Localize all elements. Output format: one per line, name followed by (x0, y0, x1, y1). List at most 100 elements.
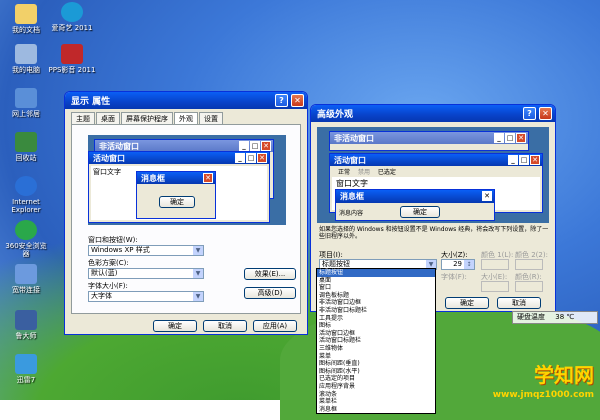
recycle-bin-icon (15, 132, 37, 152)
close-button[interactable]: ✕ (291, 94, 304, 107)
effects-button[interactable]: 效果(E)... (244, 268, 296, 280)
dropdown-item[interactable]: 三维物体 (317, 345, 435, 353)
dropdown-item[interactable]: 非活动窗口边框 (317, 299, 435, 307)
adv-active-minimize-icon: _ (508, 155, 518, 165)
style-select[interactable]: Windows XP 样式 ▼ (88, 245, 204, 256)
dropdown-item[interactable]: 图标间距(垂直) (317, 360, 435, 368)
desktop-icon-broadband[interactable]: 宽带连接 (2, 264, 50, 294)
cancel-button[interactable]: 取消 (203, 320, 247, 332)
dropdown-item[interactable]: 消息框 (317, 406, 435, 414)
dropdown-item[interactable]: 菜单 (317, 353, 435, 361)
chevron-down-icon: ▼ (193, 246, 203, 255)
advanced-button[interactable]: 高级(D) (244, 287, 296, 299)
adv-active-maximize-icon: □ (519, 155, 529, 165)
adv-active-close-icon: ✕ (530, 155, 540, 165)
computer-icon (15, 44, 37, 64)
tab-screensaver[interactable]: 屏幕保护程序 (121, 112, 173, 124)
chevron-down-icon: ▼ (193, 292, 203, 301)
menu-selected: 已选定 (377, 169, 396, 176)
preview-active-maximize-icon: □ (246, 153, 256, 163)
tab-strip: 主题 桌面 屏幕保护程序 外观 设置 (71, 112, 224, 124)
desktop-icon-my-computer[interactable]: 我的电脑 (2, 44, 50, 74)
preview-minimize-icon: _ (239, 141, 249, 151)
desktop-icon-network[interactable]: 网上邻居 (2, 88, 50, 118)
dropdown-item[interactable]: 应用程序背景 (317, 383, 435, 391)
desktop-icon-my-docs[interactable]: 我的文档 (2, 4, 50, 34)
dropdown-item[interactable]: 已选定的项目 (317, 375, 435, 383)
dropdown-item[interactable]: 桌面 (317, 277, 435, 285)
style-label: 窗口和按钮(W): (88, 236, 138, 244)
dropdown-item[interactable]: 标题按钮 (317, 269, 435, 277)
dropdown-item[interactable]: 工具提示 (317, 315, 435, 323)
menu-disabled: 禁用 (357, 169, 370, 176)
apply-button[interactable]: 应用(A) (253, 320, 297, 332)
dropdown-item[interactable]: 图标 (317, 322, 435, 330)
tab-settings[interactable]: 设置 (199, 112, 223, 124)
preview-msgbox-close-icon: ✕ (203, 173, 213, 183)
adv-message-box: 消息框 ✕ 消息内容 确定 (335, 189, 495, 221)
preview-close-icon: ✕ (261, 141, 271, 151)
ie-icon (15, 176, 37, 196)
adv-msgbox-close-icon: ✕ (482, 191, 492, 201)
advanced-ok-button[interactable]: 确定 (445, 297, 489, 309)
adv-menu-bar: 正常 禁用 已选定 (332, 167, 540, 176)
adv-inactive-maximize-icon: □ (505, 133, 515, 143)
media-app-icon (61, 44, 83, 64)
advanced-titlebar[interactable]: 高级外观 ? ✕ (311, 105, 555, 122)
watermark-url: www.jmqz1000.com (492, 390, 594, 400)
desktop-icon-ludashi[interactable]: 鲁大师 (2, 310, 50, 340)
size-spinner[interactable]: 29 ↕ (441, 259, 475, 270)
broadband-icon (15, 264, 37, 284)
desktop-icon-360[interactable]: 360安全浏览器 (2, 220, 50, 258)
dropdown-item[interactable]: 非活动窗口标题栏 (317, 307, 435, 315)
close-button[interactable]: ✕ (539, 107, 552, 120)
preview-ok-button: 确定 (159, 196, 195, 208)
appearance-preview: 非活动窗口 _ □ ✕ 活动窗口 _ □ ✕ 窗口文字 消息框 ✕ 确定 (88, 135, 286, 225)
help-button[interactable]: ? (275, 94, 288, 107)
preview-maximize-icon: □ (250, 141, 260, 151)
dropdown-item[interactable]: 窗口 (317, 284, 435, 292)
adv-preview-ok-button: 确定 (400, 206, 440, 218)
preview-active-close-icon: ✕ (257, 153, 267, 163)
preview-message-box: 消息框 ✕ 确定 (136, 171, 216, 219)
adv-inactive-title: 非活动窗口 _ □ ✕ (330, 132, 528, 144)
desktop-icon-iqiyi[interactable]: 爱奇艺 2011 (48, 2, 96, 32)
window-title: 显示 属性 (71, 97, 111, 107)
tool-icon (15, 310, 37, 330)
video-app-icon (61, 2, 83, 22)
help-button[interactable]: ? (523, 107, 536, 120)
advanced-note: 如果您选择的 Windows 和按钮设置不是 Windows 经典，将会改写下列… (319, 226, 549, 240)
preview-window-text: 窗口文字 (93, 168, 121, 176)
tab-desktop[interactable]: 桌面 (96, 112, 120, 124)
color2-picker[interactable] (515, 259, 543, 270)
advanced-cancel-button[interactable]: 取消 (497, 297, 541, 309)
font-size-label: 字体大小(F): (88, 282, 128, 290)
preview-msgbox-title: 消息框 ✕ (137, 172, 215, 184)
desktop-icon-ie[interactable]: Internet Explorer (2, 176, 50, 214)
adv-msgbox-title: 消息框 ✕ (336, 190, 494, 203)
tab-appearance[interactable]: 外观 (174, 112, 198, 124)
adv-font-size-select[interactable] (481, 281, 509, 292)
display-properties-titlebar[interactable]: 显示 属性 ? ✕ (65, 92, 307, 109)
scheme-label: 色彩方案(C): (88, 259, 129, 267)
preview-active-minimize-icon: _ (235, 153, 245, 163)
color1-picker[interactable] (481, 259, 509, 270)
desktop-icon-recycle[interactable]: 回收站 (2, 132, 50, 162)
item-dropdown-list[interactable]: 标题按钮 桌面 窗口 调色板标题 非活动窗口边框 非活动窗口标题栏 工具提示 图标 活动窗口边框… (316, 268, 436, 415)
desktop-icon-xunlei[interactable]: 迅雷7 (2, 354, 50, 384)
adv-font-label: 字体(F): (441, 273, 467, 281)
scheme-select[interactable]: 默认(蓝) ▼ (88, 268, 204, 279)
spinner-arrows-icon[interactable]: ↕ (464, 260, 474, 269)
font-size-select[interactable]: 大字体 ▼ (88, 291, 204, 302)
dropdown-item[interactable]: 滚动条 (317, 391, 435, 399)
tab-themes[interactable]: 主题 (71, 112, 95, 124)
appearance-panel: 非活动窗口 _ □ ✕ 活动窗口 _ □ ✕ 窗口文字 消息框 ✕ 确定 窗口和… (71, 124, 301, 314)
dropdown-item[interactable]: 菜单栏 (317, 398, 435, 406)
preview-active-title: 活动窗口 _ □ ✕ (89, 152, 269, 164)
adv-msg-content: 消息内容 (339, 210, 364, 217)
dropdown-item[interactable]: 活动窗口标题栏 (317, 337, 435, 345)
menu-normal: 正常 (338, 169, 351, 176)
desktop-icon-pps[interactable]: PPS影音 2011 (48, 44, 96, 74)
adv-font-color-picker[interactable] (515, 281, 543, 292)
ok-button[interactable]: 确定 (153, 320, 197, 332)
